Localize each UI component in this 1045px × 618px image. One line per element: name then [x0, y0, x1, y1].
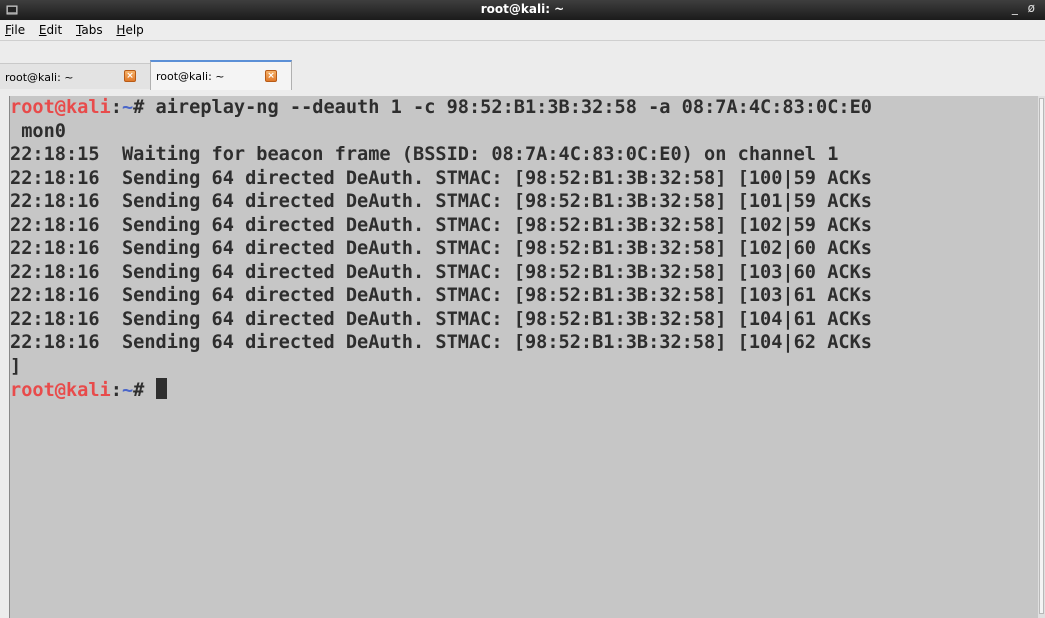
prompt-separator: :: [110, 380, 122, 401]
prompt-symbol: #: [133, 97, 156, 118]
prompt-symbol: #: [133, 380, 156, 401]
prompt-path: ~: [121, 380, 134, 401]
prompt-separator: :: [110, 97, 122, 118]
prompt-user: root@kali: [10, 380, 111, 401]
output-line: ]: [10, 355, 22, 377]
output-line: 22:18:16 Sending 64 directed DeAuth. STM…: [10, 261, 872, 283]
output-line: 22:18:16 Sending 64 directed DeAuth. STM…: [10, 191, 872, 212]
command-wrap-line: mon0: [10, 120, 66, 142]
tab-label: root@kali: ~: [5, 71, 74, 84]
window-title: root@kali: ~: [480, 2, 565, 16]
output-line: 22:18:16 Sending 64 directed DeAuth. STM…: [10, 167, 872, 189]
menu-file[interactable]: File: [0, 20, 30, 37]
tab-label: root@kali: ~: [156, 70, 225, 83]
menu-bar: File Edit Tabs Help: [0, 20, 1045, 41]
output-line: 22:18:16 Sending 64 directed DeAuth. STM…: [10, 285, 872, 306]
menu-help[interactable]: Help: [111, 20, 148, 37]
text-cursor: [155, 378, 167, 399]
terminal-output[interactable]: root@kali:~# aireplay-ng --deauth 1 -c 9…: [9, 96, 1039, 618]
output-line: 22:18:16 Sending 64 directed DeAuth. STM…: [10, 214, 872, 236]
output-line: 22:18:15 Waiting for beacon frame (BSSID…: [10, 144, 839, 165]
prompt-path: ~: [121, 97, 134, 118]
tab-terminal-1[interactable]: root@kali: ~ ×: [0, 63, 150, 89]
output-line: 22:18:16 Sending 64 directed DeAuth. STM…: [10, 332, 872, 353]
command-line: root@kali:~# aireplay-ng --deauth 1 -c 9…: [10, 96, 1039, 120]
close-tab-icon[interactable]: ×: [265, 70, 277, 82]
title-bar[interactable]: root@kali: ~ _ ø: [0, 0, 1045, 20]
command-text: aireplay-ng --deauth 1 -c 98:52:B1:3B:32…: [155, 97, 872, 118]
current-prompt-line: root@kali:~#: [10, 378, 1039, 402]
output-line: 22:18:16 Sending 64 directed DeAuth. STM…: [10, 308, 872, 330]
vertical-scrollbar[interactable]: [1038, 96, 1045, 618]
output-line: 22:18:16 Sending 64 directed DeAuth. STM…: [10, 238, 872, 259]
minimize-button[interactable]: _: [1012, 1, 1018, 15]
tab-terminal-2[interactable]: root@kali: ~ ×: [150, 60, 292, 90]
prompt-user: root@kali: [10, 97, 111, 118]
menu-tabs[interactable]: Tabs: [71, 20, 108, 37]
terminal-window: root@kali: ~ _ ø File Edit Tabs Help roo…: [0, 0, 1045, 618]
maximize-button[interactable]: ø: [1028, 1, 1035, 15]
tab-bar: root@kali: ~ × root@kali: ~ ×: [0, 41, 1045, 93]
menu-edit[interactable]: Edit: [34, 20, 67, 37]
scrollbar-thumb[interactable]: [1039, 98, 1044, 614]
close-tab-icon[interactable]: ×: [124, 70, 136, 82]
